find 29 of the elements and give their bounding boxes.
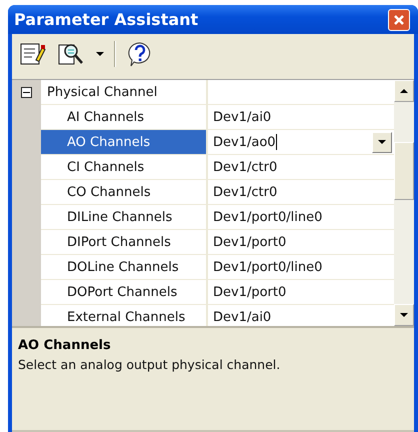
caret-icon bbox=[96, 52, 104, 56]
window-title: Parameter Assistant bbox=[14, 10, 198, 29]
property-name[interactable]: AO Channels bbox=[41, 130, 208, 155]
down-arrow-icon bbox=[400, 312, 408, 318]
dropdown-button[interactable] bbox=[94, 50, 106, 58]
close-button[interactable] bbox=[388, 8, 410, 30]
value-combo-field[interactable]: Dev1/ao0 bbox=[208, 130, 394, 155]
minus-icon bbox=[23, 89, 30, 96]
property-name[interactable]: DIPort Channels bbox=[41, 230, 208, 255]
category-label[interactable]: Physical Channel bbox=[41, 80, 208, 105]
property-name[interactable]: External Channels bbox=[41, 305, 208, 326]
up-arrow-icon bbox=[400, 88, 408, 94]
property-name[interactable]: CI Channels bbox=[41, 155, 208, 180]
description-text: Select an analog output physical channel. bbox=[18, 357, 282, 372]
collapse-toggle[interactable] bbox=[21, 87, 32, 98]
dropdown-button[interactable] bbox=[372, 132, 392, 152]
scroll-up-button[interactable] bbox=[394, 80, 414, 102]
search-icon bbox=[58, 42, 84, 66]
property-name[interactable]: DOLine Channels bbox=[41, 255, 208, 280]
property-name[interactable]: CO Channels bbox=[41, 180, 208, 205]
scroll-down-button[interactable] bbox=[394, 304, 414, 326]
document-pencil-icon bbox=[20, 42, 46, 66]
scroll-thumb[interactable] bbox=[394, 142, 414, 200]
property-name[interactable]: DOPort Channels bbox=[41, 280, 208, 305]
close-icon bbox=[393, 14, 405, 26]
caret-icon bbox=[378, 140, 386, 144]
property-name[interactable]: DILine Channels bbox=[41, 205, 208, 230]
description-title: AO Channels bbox=[18, 338, 112, 353]
scrollbar[interactable] bbox=[394, 80, 414, 326]
